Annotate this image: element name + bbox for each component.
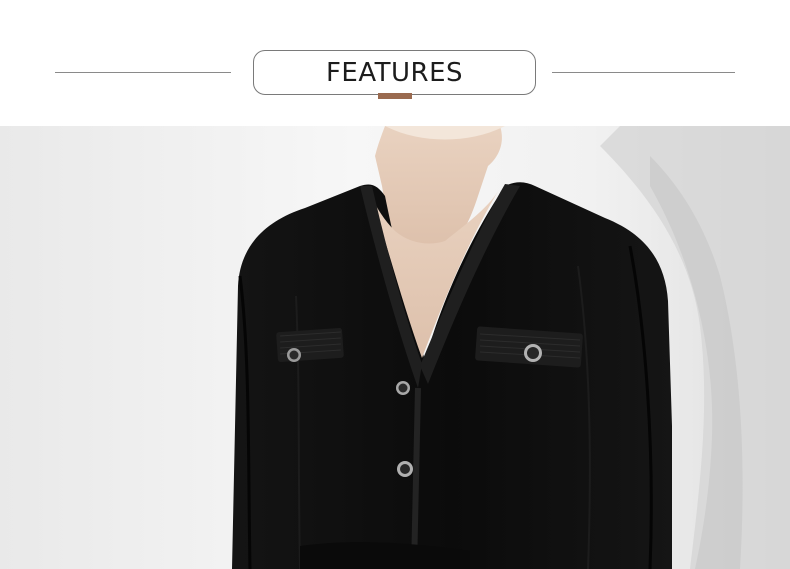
divider-right — [552, 72, 735, 73]
features-header: FEATURES — [0, 0, 790, 126]
features-title: FEATURES — [325, 57, 464, 88]
product-photo — [0, 126, 790, 569]
cardigan-illustration — [0, 126, 790, 569]
title-frame: FEATURES — [253, 50, 536, 95]
title-accent-bar — [378, 93, 412, 99]
divider-left — [55, 72, 231, 73]
